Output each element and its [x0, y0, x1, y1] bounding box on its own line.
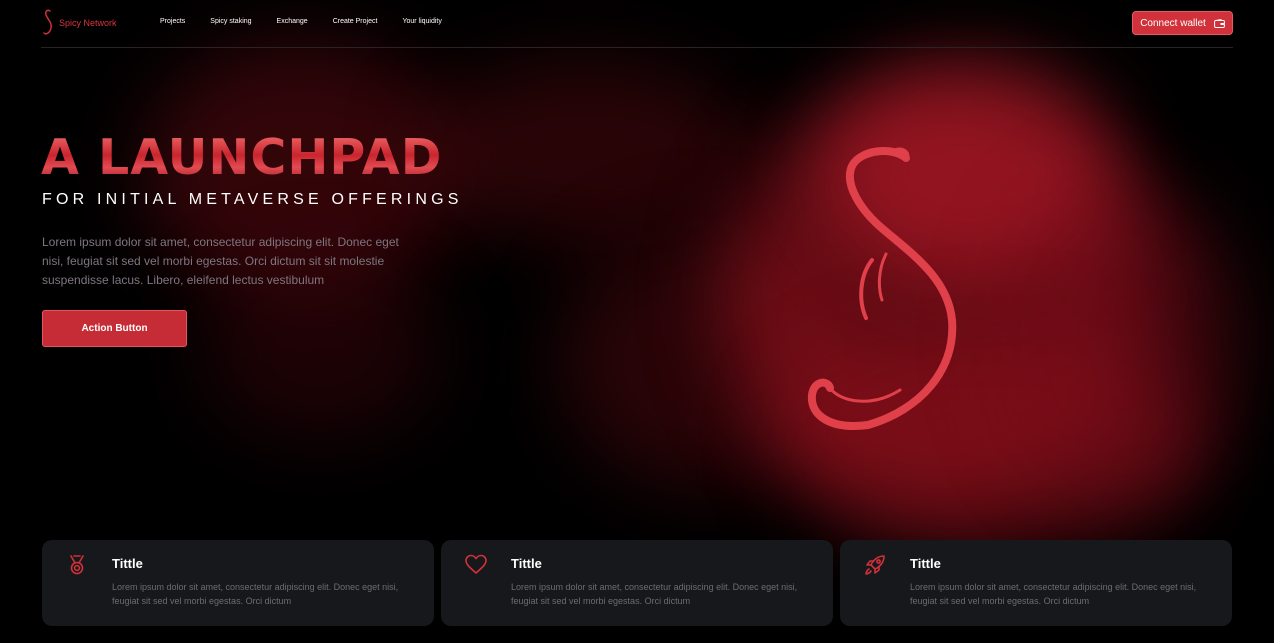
nav-link-create-project[interactable]: Create Project: [333, 18, 378, 25]
feature-card: Tittle Lorem ipsum dolor sit amet, conse…: [840, 540, 1232, 626]
hero-subtitle: FOR INITIAL METAVERSE OFFERINGS: [42, 191, 463, 208]
brand-logo[interactable]: Spicy Network: [41, 8, 117, 38]
card-title: Tittle: [112, 556, 143, 571]
nav-link-exchange[interactable]: Exchange: [277, 18, 308, 25]
card-title: Tittle: [511, 556, 542, 571]
card-text: Lorem ipsum dolor sit amet, consectetur …: [511, 582, 798, 606]
brand-name: Spicy Network: [59, 18, 117, 28]
hero-title: A LAUNCHPAD: [41, 129, 443, 186]
spicy-logo-icon: [43, 9, 52, 35]
feature-card: Tittle Lorem ipsum dolor sit amet, conse…: [42, 540, 434, 626]
hero-description: Lorem ipsum dolor sit amet, consectetur …: [42, 235, 399, 287]
connect-wallet-label: Connect wallet: [1140, 17, 1206, 29]
heart-icon: [465, 554, 487, 574]
nav-links: Projects Spicy staking Exchange Create P…: [160, 18, 467, 25]
card-title: Tittle: [910, 556, 941, 571]
nav-link-spicy-staking[interactable]: Spicy staking: [210, 18, 251, 25]
wallet-icon: [1213, 18, 1225, 28]
nav-link-projects[interactable]: Projects: [160, 18, 185, 25]
nav-divider: [41, 47, 1233, 48]
top-nav: Spicy Network Projects Spicy staking Exc…: [0, 0, 1274, 47]
card-text: Lorem ipsum dolor sit amet, consectetur …: [910, 582, 1197, 606]
rocket-icon: [865, 555, 885, 575]
medal-icon: [70, 555, 84, 575]
spicy-s-emblem-icon: [807, 147, 957, 430]
connect-wallet-button[interactable]: Connect wallet: [1132, 11, 1233, 35]
feature-cards: Tittle Lorem ipsum dolor sit amet, conse…: [42, 540, 1232, 626]
action-button[interactable]: Action Button: [42, 310, 187, 347]
nav-link-your-liquidity[interactable]: Your liquidity: [402, 18, 441, 25]
card-text: Lorem ipsum dolor sit amet, consectetur …: [112, 582, 399, 606]
feature-card: Tittle Lorem ipsum dolor sit amet, conse…: [441, 540, 833, 626]
